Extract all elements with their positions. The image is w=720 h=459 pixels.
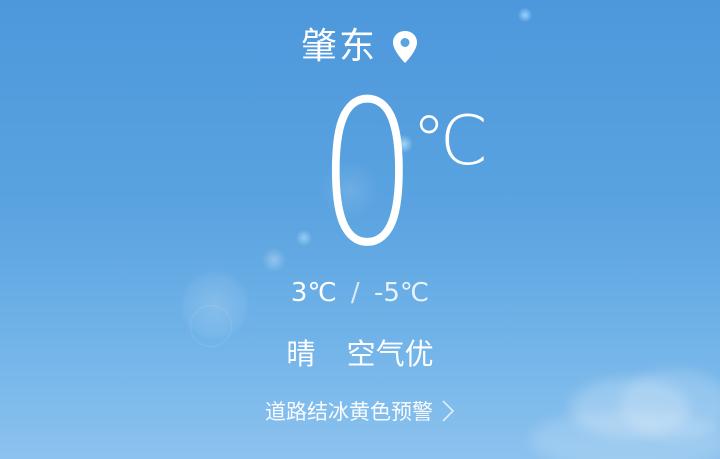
- chevron-right-icon: [441, 399, 455, 423]
- current-temperature: 0: [318, 58, 417, 291]
- lens-flare: [262, 248, 286, 272]
- alert-text: 道路结冰黄色预警: [265, 400, 433, 424]
- weather-screen: 肇东 0 ℃ 3℃ / -5℃ 晴 空气优 道路结冰黄色预警: [0, 0, 720, 459]
- air-quality[interactable]: 空气优: [347, 337, 434, 371]
- temperature-low: -5℃: [373, 278, 430, 308]
- temperature-range: 3℃ / -5℃: [0, 275, 720, 311]
- weather-condition: 晴 空气优: [0, 334, 720, 374]
- lens-flare: [296, 230, 312, 246]
- range-separator: /: [350, 278, 360, 308]
- weather-alert[interactable]: 道路结冰黄色预警: [0, 393, 720, 429]
- lens-flare: [518, 8, 532, 22]
- temperature-high: 3℃: [290, 278, 337, 308]
- weather-text: 晴: [286, 337, 316, 371]
- temperature-unit: ℃: [412, 102, 489, 181]
